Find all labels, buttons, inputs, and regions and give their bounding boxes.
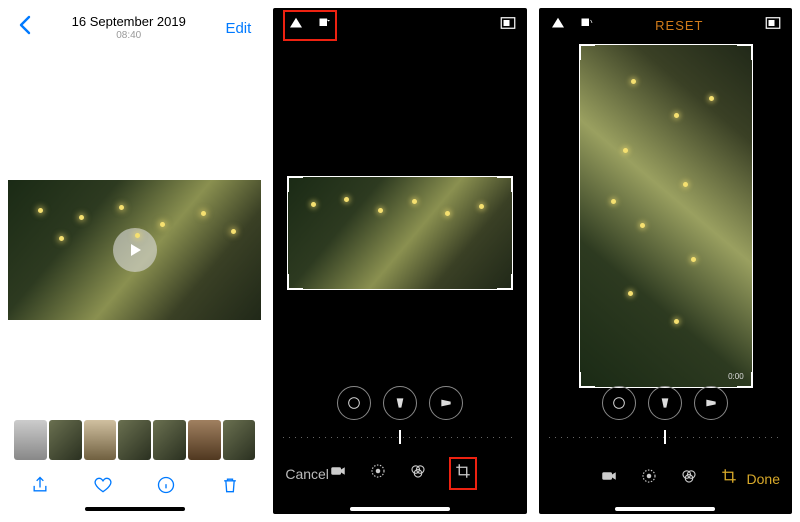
adjust-icon[interactable] <box>640 467 658 490</box>
cancel-button[interactable]: Cancel <box>285 466 329 482</box>
horizontal-perspective-icon[interactable] <box>694 386 728 420</box>
editor-toolbar: Cancel <box>273 457 526 490</box>
back-button[interactable] <box>18 15 32 41</box>
scene-lights <box>8 180 261 320</box>
crop-handle-tl[interactable] <box>287 176 303 192</box>
crop-icon[interactable] <box>449 457 477 490</box>
crop-handle-tr[interactable] <box>497 176 513 192</box>
video-preview[interactable] <box>8 180 261 320</box>
thumbnail[interactable] <box>14 420 47 460</box>
crop-editor-panel: Cancel <box>273 8 526 514</box>
video-icon[interactable] <box>600 467 618 490</box>
video-icon[interactable] <box>329 462 347 485</box>
perspective-icon[interactable] <box>549 14 567 37</box>
angle-marker[interactable] <box>664 430 666 444</box>
photo-date: 16 September 2019 <box>72 14 186 30</box>
photos-toolbar <box>8 470 261 504</box>
trash-icon[interactable] <box>220 475 240 500</box>
crop-frame[interactable]: 0:00 <box>579 44 753 388</box>
photo-date-title: 16 September 2019 08:40 <box>72 14 186 42</box>
adjust-buttons <box>539 386 792 420</box>
editor-header <box>273 8 526 42</box>
photos-view-panel: 16 September 2019 08:40 Edit <box>8 8 261 514</box>
thumbnail[interactable] <box>188 420 221 460</box>
vertical-perspective-icon[interactable] <box>383 386 417 420</box>
crop-handle-tl[interactable] <box>579 44 595 60</box>
home-indicator[interactable] <box>615 507 715 511</box>
heart-icon[interactable] <box>93 475 113 500</box>
horizontal-perspective-icon[interactable] <box>429 386 463 420</box>
angle-ruler[interactable] <box>549 426 782 444</box>
editor-toolbar: Done <box>539 467 792 490</box>
angle-marker[interactable] <box>399 430 401 444</box>
thumbnail-strip[interactable] <box>14 420 255 460</box>
adjust-icon[interactable] <box>369 462 387 485</box>
photo-time: 08:40 <box>72 30 186 42</box>
thumbnail[interactable] <box>118 420 151 460</box>
edit-button[interactable]: Edit <box>225 20 251 37</box>
filters-icon[interactable] <box>680 467 698 490</box>
home-indicator[interactable] <box>350 507 450 511</box>
info-icon[interactable] <box>156 475 176 500</box>
thumbnail[interactable] <box>153 420 186 460</box>
reset-button[interactable]: RESET <box>655 18 703 33</box>
done-button[interactable]: Done <box>747 471 780 487</box>
vertical-perspective-icon[interactable] <box>648 386 682 420</box>
perspective-icon[interactable] <box>287 14 305 37</box>
rotate-icon[interactable] <box>315 14 333 37</box>
thumbnail[interactable] <box>49 420 82 460</box>
aspect-icon[interactable] <box>764 14 782 37</box>
filters-icon[interactable] <box>409 462 427 485</box>
crop-handle-tr[interactable] <box>737 44 753 60</box>
crop-handle-bl[interactable] <box>287 274 303 290</box>
adjust-buttons <box>273 386 526 420</box>
editor-header: RESET <box>539 8 792 42</box>
photos-header: 16 September 2019 08:40 Edit <box>8 8 261 48</box>
share-icon[interactable] <box>30 475 50 500</box>
crop-icon[interactable] <box>720 467 738 490</box>
rotated-editor-panel: RESET 0:00 Done <box>539 8 792 514</box>
crop-frame[interactable] <box>287 176 513 290</box>
home-indicator[interactable] <box>85 507 185 511</box>
straighten-icon[interactable] <box>602 386 636 420</box>
angle-ruler[interactable] <box>283 426 516 444</box>
straighten-icon[interactable] <box>337 386 371 420</box>
crop-handle-br[interactable] <box>497 274 513 290</box>
rotate-icon[interactable] <box>577 14 595 37</box>
thumbnail[interactable] <box>84 420 117 460</box>
aspect-icon[interactable] <box>499 14 517 37</box>
thumbnail[interactable] <box>223 420 256 460</box>
highlighted-header-tools <box>283 10 337 41</box>
